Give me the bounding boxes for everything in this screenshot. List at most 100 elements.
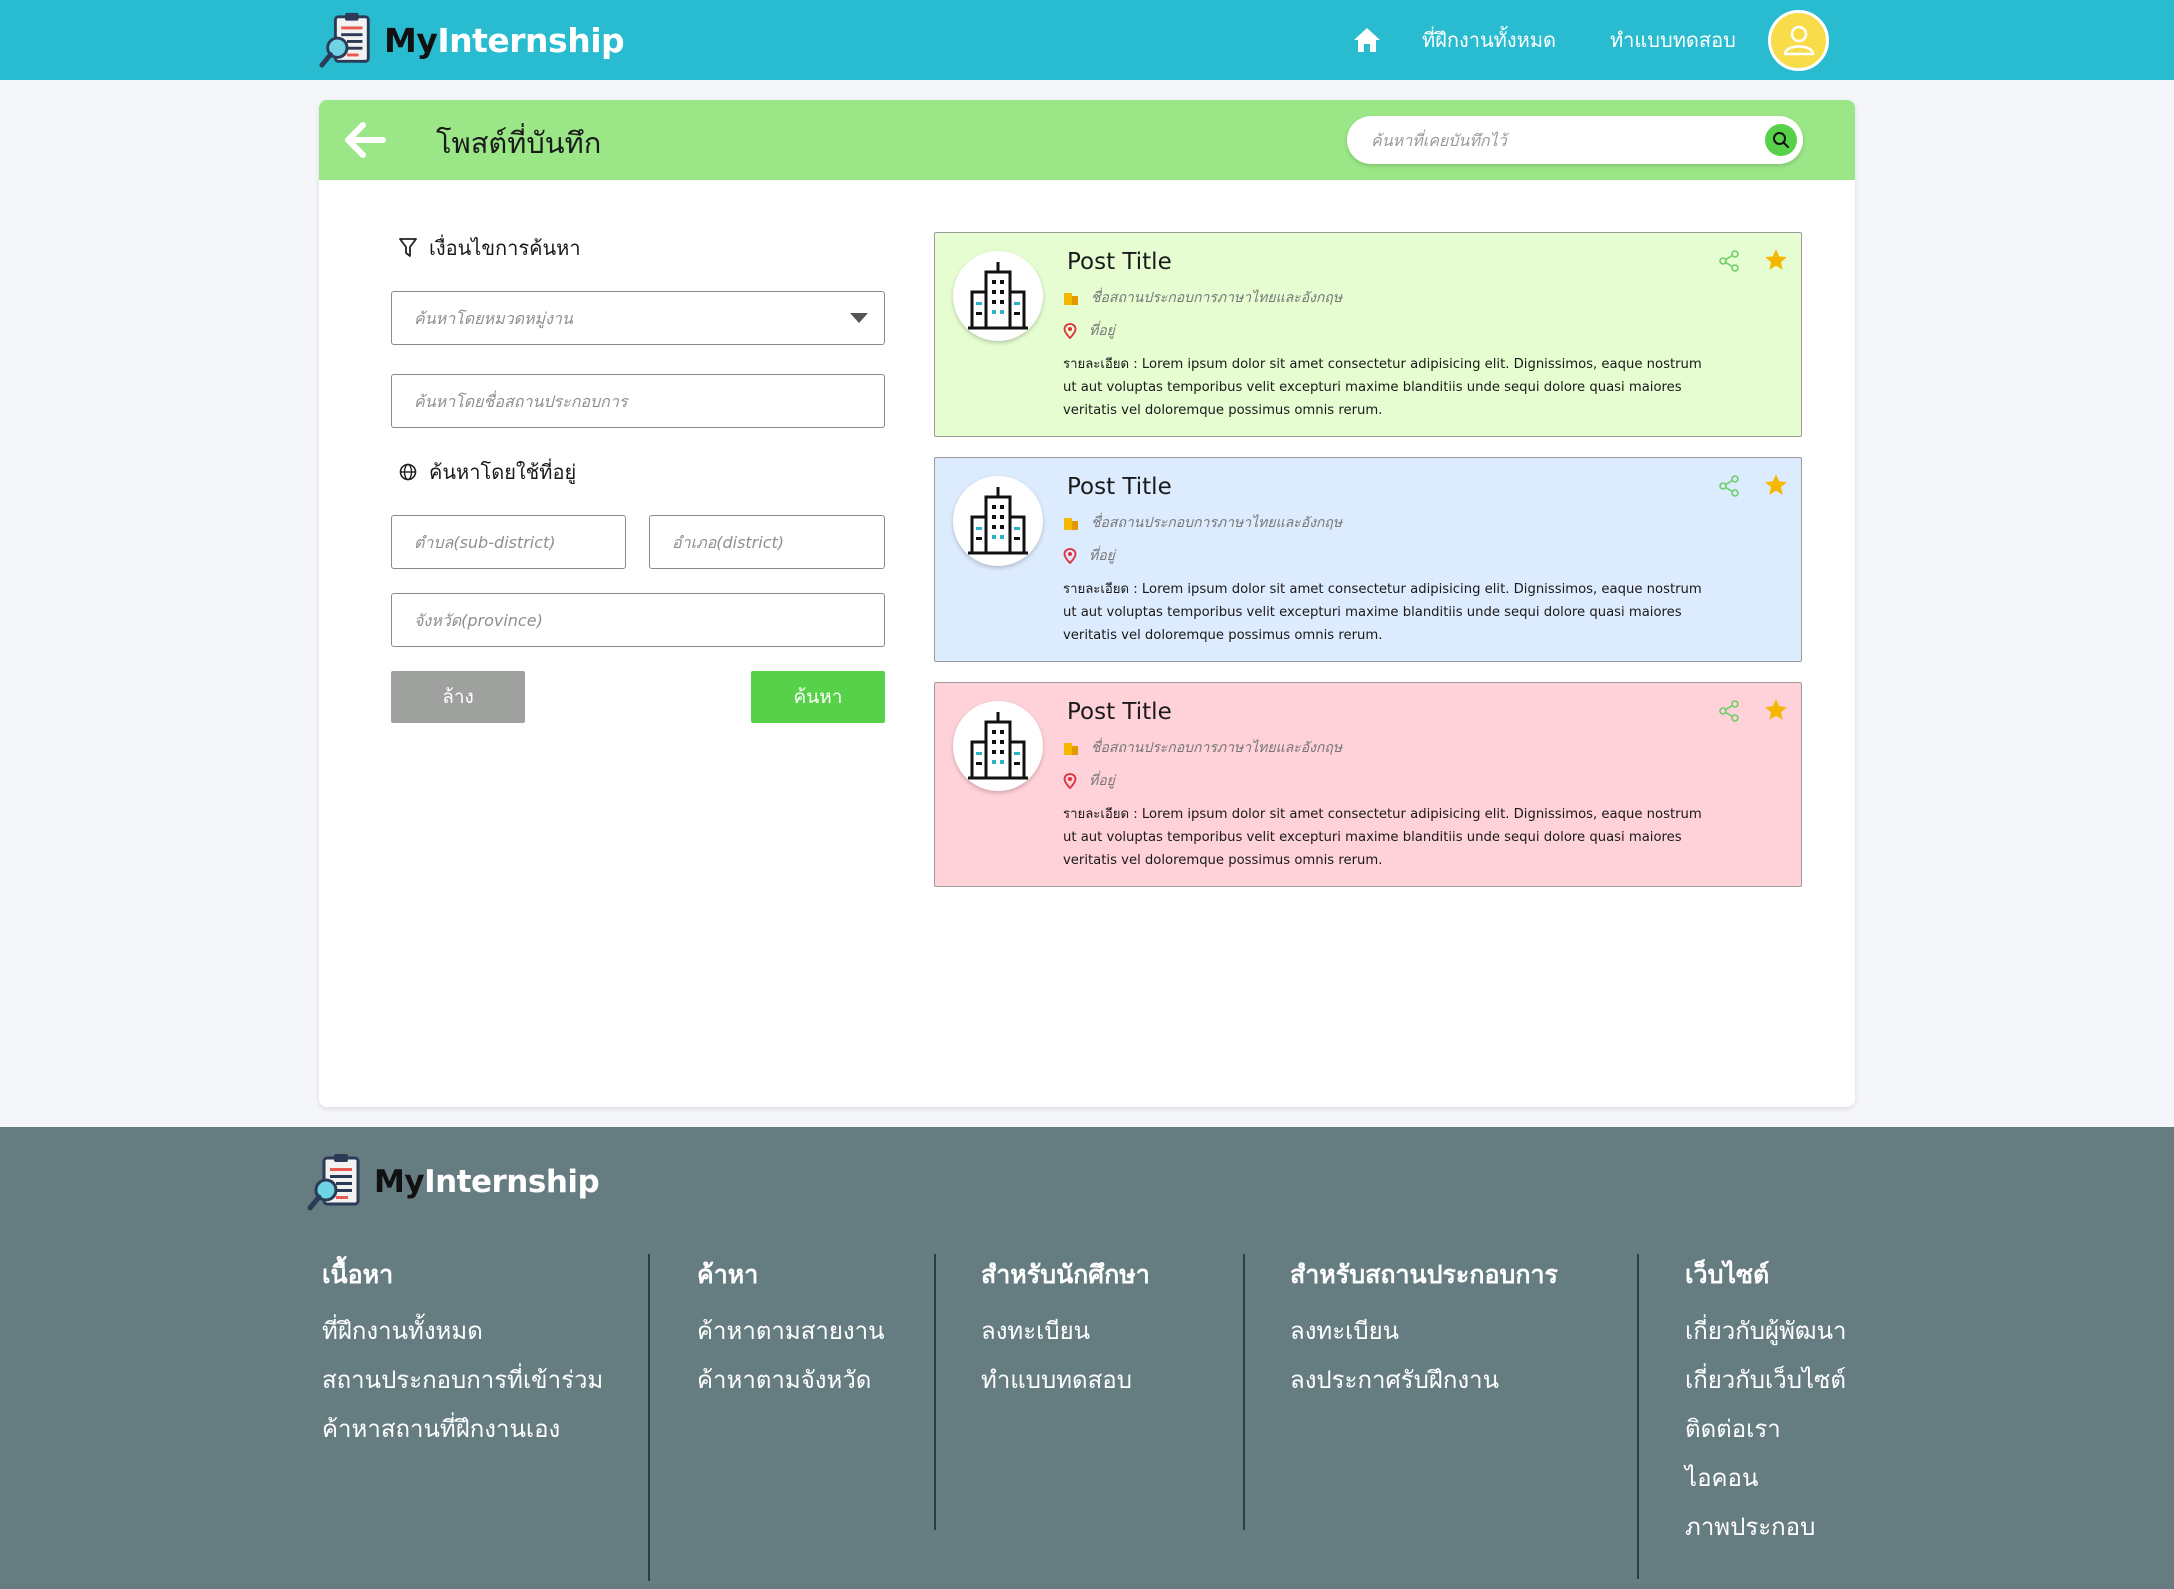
footer-link[interactable]: ลงทะเบียน (1290, 1307, 1558, 1356)
dropdown-caret-icon (850, 313, 868, 323)
address-search-heading-label: ค้นหาโดยใช้ที่อยู่ (429, 460, 577, 484)
footer-brand-internship: Internship (424, 1164, 600, 1200)
post-address-row: ที่อยู่ (1063, 770, 1115, 792)
post-address-row: ที่อยู่ (1063, 320, 1115, 342)
district-input[interactable] (672, 530, 846, 554)
footer-heading: ค้าหา (697, 1260, 759, 1289)
footer-link[interactable]: เกี่ยวกับเว็บไซต์ (1685, 1356, 1846, 1405)
footer-link[interactable]: ทำแบบทดสอบ (981, 1356, 1150, 1405)
post-title: Post Title (1067, 474, 1172, 500)
brand-internship: Internship (437, 20, 625, 60)
footer-divider (934, 1254, 936, 1530)
building-icon (968, 712, 1028, 780)
footer-heading: สำหรับสถานประกอบการ (1290, 1260, 1558, 1289)
footer-heading: สำหรับนักศึกษา (981, 1260, 1150, 1289)
post-thumbnail (953, 251, 1043, 341)
footer-link[interactable]: ลงทะเบียน (981, 1307, 1150, 1356)
footer-col-search: ค้าหา ค้าหาตามสายงาน ค้าหาตามจังหวัด (697, 1255, 885, 1405)
footer-brand-my: My (374, 1164, 425, 1200)
footer-link[interactable]: เกี่ยวกับผู้พัฒนา (1685, 1307, 1846, 1356)
saved-search-box (1347, 116, 1803, 164)
footer-col-website: เว็บไซต์ เกี่ยวกับผู้พัฒนา เกี่ยวกับเว็บ… (1685, 1255, 1846, 1552)
clear-button[interactable]: ล้าง (391, 671, 525, 723)
page-title: โพสต์ที่บันทึก (436, 126, 602, 160)
footer-heading: เว็บไซต์ (1685, 1260, 1770, 1289)
star-icon[interactable] (1763, 247, 1789, 273)
category-select[interactable]: ค้นหาโดยหมวดหมู่งาน (391, 291, 885, 345)
search-icon (1773, 132, 1789, 148)
province-input[interactable] (414, 608, 846, 632)
footer-link[interactable]: ค้าหาตามจังหวัด (697, 1356, 885, 1405)
footer-link[interactable]: ไอคอน (1685, 1454, 1846, 1503)
company-name-field (391, 374, 885, 428)
category-select-value: ค้นหาโดยหมวดหมู่งาน (414, 309, 573, 328)
post-company: ชื่อสถานประกอบการภาษาไทยและอังกฤษ (1091, 290, 1343, 306)
post-title: Post Title (1067, 699, 1172, 725)
subdistrict-field (391, 515, 626, 569)
user-icon (1783, 25, 1814, 55)
footer-link[interactable]: ภาพประกอบ (1685, 1503, 1846, 1552)
post-description: รายละเอียด : Lorem ipsum dolor sit amet … (1063, 582, 1702, 643)
brand-my: My (384, 20, 438, 60)
post-company-row: ชื่อสถานประกอบการภาษาไทยและอังกฤษ (1063, 287, 1342, 309)
nav-quiz[interactable]: ทำแบบทดสอบ (1610, 24, 1736, 56)
search-button[interactable]: ค้นหา (751, 671, 885, 723)
post-company: ชื่อสถานประกอบการภาษาไทยและอังกฤษ (1091, 740, 1343, 756)
share-icon[interactable] (1717, 249, 1741, 273)
company-icon (1064, 293, 1078, 305)
location-pin-icon (1063, 773, 1077, 789)
post-company: ชื่อสถานประกอบการภาษาไทยและอังกฤษ (1091, 515, 1343, 531)
footer: MyInternship เนื้อหา ที่ฝึกงานทั้งหมด สถ… (0, 1127, 2174, 1589)
back-arrow-icon[interactable] (343, 119, 387, 161)
location-pin-icon (1063, 548, 1077, 564)
footer-col-content: เนื้อหา ที่ฝึกงานทั้งหมด สถานประกอบการที… (322, 1255, 603, 1454)
company-name-input[interactable] (414, 389, 846, 413)
footer-link[interactable]: ค้าหาตามสายงาน (697, 1307, 885, 1356)
share-icon[interactable] (1717, 699, 1741, 723)
saved-post-card[interactable]: Post Title ชื่อสถานประกอบการภาษาไทยและอั… (934, 457, 1802, 662)
footer-brand-logo[interactable]: MyInternship (306, 1151, 600, 1213)
footer-col-students: สำหรับนักศึกษา ลงทะเบียน ทำแบบทดสอบ (981, 1255, 1150, 1405)
saved-search-button[interactable] (1765, 124, 1797, 156)
post-description: รายละเอียด : Lorem ipsum dolor sit amet … (1063, 357, 1702, 418)
footer-link[interactable]: ลงประกาศรับฝึกงาน (1290, 1356, 1558, 1405)
post-address: ที่อยู่ (1089, 773, 1115, 789)
building-icon (968, 262, 1028, 330)
top-navbar: MyInternship ที่ฝึกงานทั้งหมด ทำแบบทดสอบ (0, 0, 2174, 80)
footer-col-companies: สำหรับสถานประกอบการ ลงทะเบียน ลงประกาศรั… (1290, 1255, 1558, 1405)
post-description: รายละเอียด : Lorem ipsum dolor sit amet … (1063, 807, 1702, 868)
footer-divider (648, 1254, 650, 1581)
saved-posts-card: โพสต์ที่บันทึก เงื่อนไขการค้นหา ค้นหาโดย… (319, 100, 1855, 1107)
footer-link[interactable]: ที่ฝึกงานทั้งหมด (322, 1307, 603, 1356)
globe-icon (399, 463, 417, 481)
share-icon[interactable] (1717, 474, 1741, 498)
filter-icon (399, 238, 417, 257)
nav-all-internships[interactable]: ที่ฝึกงานทั้งหมด (1422, 24, 1556, 56)
saved-search-input[interactable] (1371, 126, 1741, 154)
post-address: ที่อยู่ (1089, 323, 1115, 339)
footer-link[interactable]: สถานประกอบการที่เข้าร่วม (322, 1356, 603, 1405)
star-icon[interactable] (1763, 697, 1789, 723)
subdistrict-input[interactable] (414, 530, 587, 554)
post-company-row: ชื่อสถานประกอบการภาษาไทยและอังกฤษ (1063, 512, 1342, 534)
post-address-row: ที่อยู่ (1063, 545, 1115, 567)
filter-heading-label: เงื่อนไขการค้นหา (429, 236, 581, 260)
saved-post-card[interactable]: Post Title ชื่อสถานประกอบการภาษาไทยและอั… (934, 232, 1802, 437)
logo-icon (319, 12, 370, 68)
footer-link[interactable]: ค้าหาสถานที่ฝึกงานเอง (322, 1405, 603, 1454)
star-icon[interactable] (1763, 472, 1789, 498)
page-header: โพสต์ที่บันทึก (319, 100, 1855, 180)
location-pin-icon (1063, 323, 1077, 339)
footer-link[interactable]: ติดต่อเรา (1685, 1405, 1846, 1454)
saved-post-card[interactable]: Post Title ชื่อสถานประกอบการภาษาไทยและอั… (934, 682, 1802, 887)
brand-logo[interactable]: MyInternship (318, 10, 625, 70)
company-icon (1064, 743, 1078, 755)
building-icon (968, 487, 1028, 555)
company-icon (1064, 518, 1078, 530)
home-icon[interactable] (1352, 26, 1382, 54)
filter-heading: เงื่อนไขการค้นหา (399, 232, 581, 264)
address-search-heading: ค้นหาโดยใช้ที่อยู่ (399, 456, 576, 488)
province-field (391, 593, 885, 647)
user-avatar[interactable] (1768, 10, 1829, 71)
post-title: Post Title (1067, 249, 1172, 275)
